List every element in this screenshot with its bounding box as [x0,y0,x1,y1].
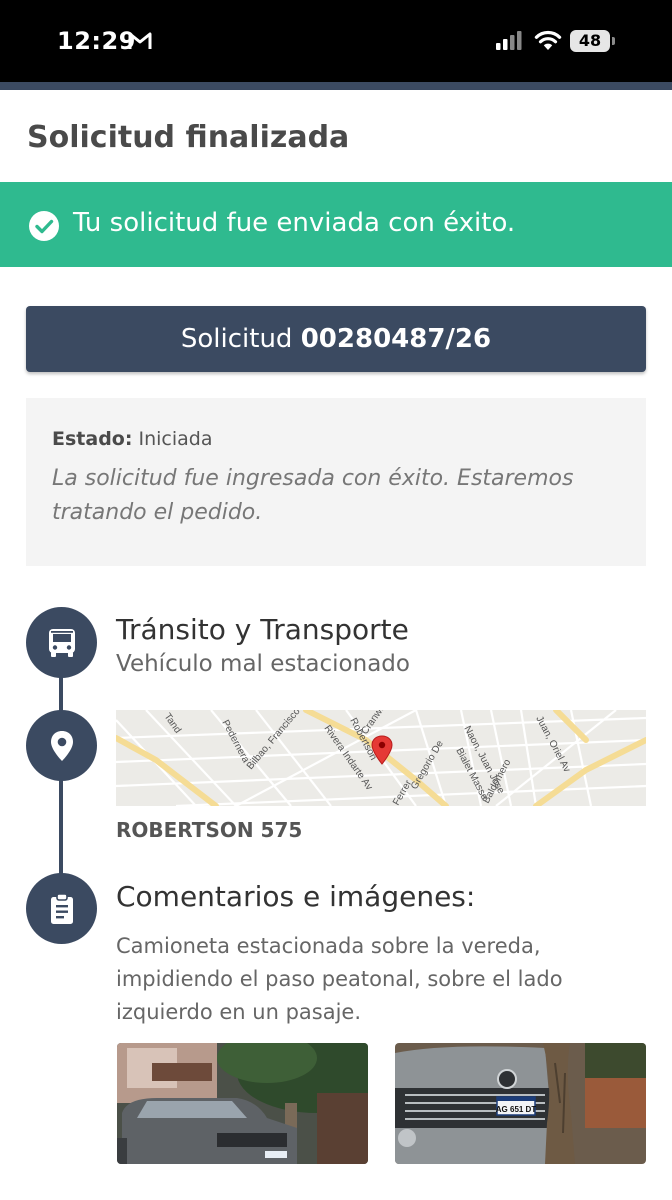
license-plate-text: AG 651 DT [496,1105,537,1114]
request-number: 00280487/26 [300,324,492,354]
status-time: 12:29 [57,27,136,55]
address-text: ROBERTSON 575 [116,818,303,842]
location-circle [26,710,97,781]
clipboard-icon [50,892,73,924]
success-message: Tu solicitud fue enviada con éxito. [73,208,516,238]
photo-thumbnail-2[interactable]: AG 651 DT [395,1043,646,1164]
wifi-icon [534,30,562,50]
photo-2-image: AG 651 DT [395,1043,646,1164]
request-prefix: Solicitud [180,324,293,354]
comments-circle [26,873,97,944]
gmail-icon [128,32,152,49]
map-graphic: Tand Pedernera Bilbao, Francisco Rivera … [116,710,646,806]
state-line: Estado: Iniciada [52,428,213,450]
check-circle-icon [29,211,59,241]
request-number-bar: Solicitud 00280487/26 [26,306,646,372]
app-header: Solicitud finalizada [0,90,672,182]
comments-text: Camioneta estacionada sobre la vereda, i… [116,934,563,1024]
battery-indicator: 48 [570,30,610,52]
bus-icon [48,628,75,657]
state-value: Iniciada [138,428,213,450]
category-title: Tránsito y Transporte [116,613,409,646]
signal-icon [496,31,522,50]
category-subtitle: Vehículo mal estacionado [116,651,410,677]
location-map[interactable]: Tand Pedernera Bilbao, Francisco Rivera … [116,710,646,806]
state-label: Estado: [52,428,133,450]
comments-title: Comentarios e imágenes: [116,880,476,913]
status-box: Estado: Iniciada La solicitud fue ingres… [26,398,646,566]
location-pin-icon [50,730,73,761]
category-circle [26,607,97,678]
state-description: La solicitud fue ingresada con éxito. Es… [52,466,574,525]
photo-thumbnail-1[interactable] [117,1043,368,1164]
top-accent-stripe [0,82,672,90]
status-bar: 12:29 48 [0,0,672,82]
photo-1-image [117,1043,368,1164]
page-title: Solicitud finalizada [27,120,350,155]
battery-tip [612,37,615,45]
